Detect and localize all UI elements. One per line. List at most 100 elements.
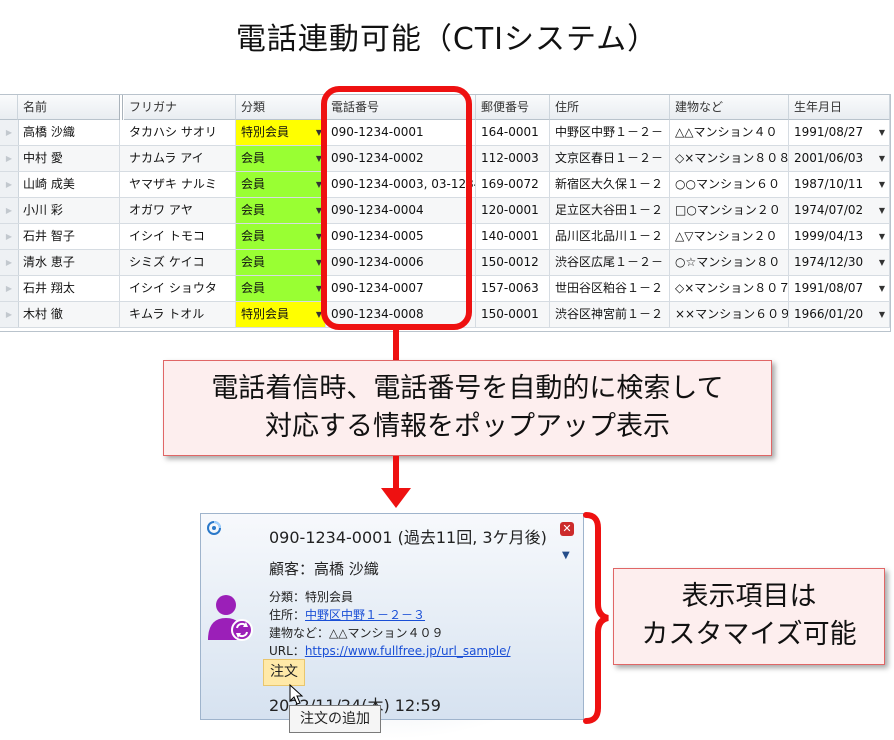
row-selector[interactable]: ▶ xyxy=(0,172,19,197)
cell-category[interactable]: 会員 ▼ xyxy=(236,198,326,223)
cell-name[interactable]: 山崎 成美 xyxy=(18,172,120,197)
cell-kana[interactable]: オガワ アヤ xyxy=(124,198,236,223)
row-selector[interactable]: ▶ xyxy=(0,120,19,145)
cell-kana[interactable]: タカハシ サオリ xyxy=(124,120,236,145)
popup-category: 分類：特別会員 xyxy=(269,588,353,605)
date-picker-arrow-icon[interactable]: ▼ xyxy=(879,224,885,249)
cell-name[interactable]: 小川 彩 xyxy=(18,198,120,223)
cell-birthday[interactable]: 2001/06/03 ▼ xyxy=(789,146,890,171)
cell-zip[interactable]: 112-0003 xyxy=(476,146,550,171)
popup-address-label: 住所： xyxy=(269,608,306,622)
popup-url-link[interactable]: https://www.fullfree.jp/url_sample/ xyxy=(305,644,511,658)
cell-address[interactable]: 渋谷区神宮前１－２ xyxy=(550,302,670,327)
cell-building[interactable]: △▽マンション２０ xyxy=(670,224,789,249)
date-picker-arrow-icon[interactable]: ▼ xyxy=(879,302,885,327)
row-selector[interactable]: ▶ xyxy=(0,250,19,275)
cell-address[interactable]: 世田谷区粕谷１－２ xyxy=(550,276,670,301)
cell-name[interactable]: 清水 恵子 xyxy=(18,250,120,275)
cell-category-text: 会員 xyxy=(241,203,266,217)
cell-address[interactable]: 渋谷区広尾１－２－ xyxy=(550,250,670,275)
cell-category[interactable]: 会員 ▼ xyxy=(236,250,326,275)
column-header-building[interactable]: 建物など xyxy=(670,95,789,120)
cell-building[interactable]: ××マンション６０９ xyxy=(670,302,789,327)
cell-zip[interactable]: 164-0001 xyxy=(476,120,550,145)
cell-zip[interactable]: 150-0001 xyxy=(476,302,550,327)
date-picker-arrow-icon[interactable]: ▼ xyxy=(879,276,885,301)
cell-kana[interactable]: キムラ トオル xyxy=(124,302,236,327)
date-picker-arrow-icon[interactable]: ▼ xyxy=(879,198,885,223)
cell-building[interactable]: ○☆マンション８０ xyxy=(670,250,789,275)
cell-zip[interactable]: 140-0001 xyxy=(476,224,550,249)
cell-category[interactable]: 会員 ▼ xyxy=(236,224,326,249)
cell-kana[interactable]: ヤマザキ ナルミ xyxy=(124,172,236,197)
cell-address[interactable]: 文京区春日１－２－ xyxy=(550,146,670,171)
cell-category[interactable]: 会員 ▼ xyxy=(236,172,326,197)
cell-building[interactable]: ○○マンション６０ xyxy=(670,172,789,197)
popup-url: URL：https://www.fullfree.jp/url_sample/ xyxy=(269,642,511,659)
cell-building[interactable]: ◇×マンション８０８ xyxy=(670,146,789,171)
cell-category[interactable]: 会員 ▼ xyxy=(236,146,326,171)
column-header-category[interactable]: 分類 xyxy=(236,95,326,120)
cell-category[interactable]: 特別会員 ▼ xyxy=(236,120,326,145)
cell-birthday[interactable]: 1974/12/30 ▼ xyxy=(789,250,890,275)
cell-kana[interactable]: シミズ ケイコ xyxy=(124,250,236,275)
popup-category-value: 特別会員 xyxy=(305,590,354,604)
cell-category[interactable]: 特別会員 ▼ xyxy=(236,302,326,327)
frozen-column-splitter[interactable] xyxy=(119,95,123,120)
cell-category-text: 会員 xyxy=(241,281,266,295)
cell-building-text: □○マンション２０ xyxy=(675,203,781,217)
cell-birthday[interactable]: 1966/01/20 ▼ xyxy=(789,302,890,327)
incoming-call-popup[interactable]: 090-1234-0001 (過去11回, 3ケ月後) ✕ ▼ 顧客：高橋 沙織… xyxy=(200,513,584,720)
cell-birthday[interactable]: 1974/07/02 ▼ xyxy=(789,198,890,223)
row-selector[interactable]: ▶ xyxy=(0,302,19,327)
column-header-birthday[interactable]: 生年月日 xyxy=(789,95,890,120)
row-selector[interactable]: ▶ xyxy=(0,276,19,301)
cell-zip-text: 157-0063 xyxy=(481,281,539,295)
cell-building[interactable]: □○マンション２０ xyxy=(670,198,789,223)
order-button[interactable]: 注文 xyxy=(263,659,305,686)
cell-kana[interactable]: イシイ トモコ xyxy=(124,224,236,249)
row-selector[interactable]: ▶ xyxy=(0,224,19,249)
cell-category[interactable]: 会員 ▼ xyxy=(236,276,326,301)
callout-line-1: 電話着信時、電話番号を自動的に検索して xyxy=(211,373,724,404)
column-header-zip[interactable]: 郵便番号 xyxy=(476,95,550,120)
cell-building-text: △△マンション４０ xyxy=(675,125,778,139)
popup-address-link[interactable]: 中野区中野１－２－３ xyxy=(305,608,425,622)
cell-birthday[interactable]: 1987/10/11 ▼ xyxy=(789,172,890,197)
cell-zip[interactable]: 150-0012 xyxy=(476,250,550,275)
cell-address[interactable]: 足立区大谷田１－２ xyxy=(550,198,670,223)
cell-kana[interactable]: イシイ ショウタ xyxy=(124,276,236,301)
cell-zip[interactable]: 120-0001 xyxy=(476,198,550,223)
cell-building[interactable]: △△マンション４０ xyxy=(670,120,789,145)
cell-birthday[interactable]: 1991/08/07 ▼ xyxy=(789,276,890,301)
cell-name[interactable]: 石井 翔太 xyxy=(18,276,120,301)
date-picker-arrow-icon[interactable]: ▼ xyxy=(879,120,885,145)
cell-address[interactable]: 品川区北品川１－２ xyxy=(550,224,670,249)
row-selector[interactable]: ▶ xyxy=(0,198,19,223)
cell-name[interactable]: 中村 愛 xyxy=(18,146,120,171)
column-header-name[interactable]: 名前 xyxy=(18,95,120,120)
cell-kana-text: タカハシ サオリ xyxy=(129,125,217,139)
cell-zip[interactable]: 169-0072 xyxy=(476,172,550,197)
column-header-kana[interactable]: フリガナ xyxy=(124,95,236,120)
cell-zip[interactable]: 157-0063 xyxy=(476,276,550,301)
cell-kana[interactable]: ナカムラ アイ xyxy=(124,146,236,171)
date-picker-arrow-icon[interactable]: ▼ xyxy=(879,172,885,197)
cell-name[interactable]: 石井 智子 xyxy=(18,224,120,249)
cell-address-text: 品川区北品川１－２ xyxy=(555,229,664,243)
cell-address[interactable]: 新宿区大久保１－２ xyxy=(550,172,670,197)
date-picker-arrow-icon[interactable]: ▼ xyxy=(879,146,885,171)
cell-name-text: 木村 徹 xyxy=(23,307,63,321)
column-header-address[interactable]: 住所 xyxy=(550,95,670,120)
cell-building[interactable]: ◇×マンション８０７ xyxy=(670,276,789,301)
cell-name[interactable]: 木村 徹 xyxy=(18,302,120,327)
cell-birthday[interactable]: 1991/08/27 ▼ xyxy=(789,120,890,145)
customizable-callout: 表示項目は カスタマイズ可能 xyxy=(613,568,885,665)
row-selector[interactable]: ▶ xyxy=(0,146,19,171)
cell-name[interactable]: 高橋 沙織 xyxy=(18,120,120,145)
close-icon[interactable]: ✕ xyxy=(560,522,574,536)
cell-birthday[interactable]: 1999/04/13 ▼ xyxy=(789,224,890,249)
date-picker-arrow-icon[interactable]: ▼ xyxy=(879,250,885,275)
chevron-down-icon[interactable]: ▼ xyxy=(562,550,570,561)
cell-address[interactable]: 中野区中野１－２－ xyxy=(550,120,670,145)
